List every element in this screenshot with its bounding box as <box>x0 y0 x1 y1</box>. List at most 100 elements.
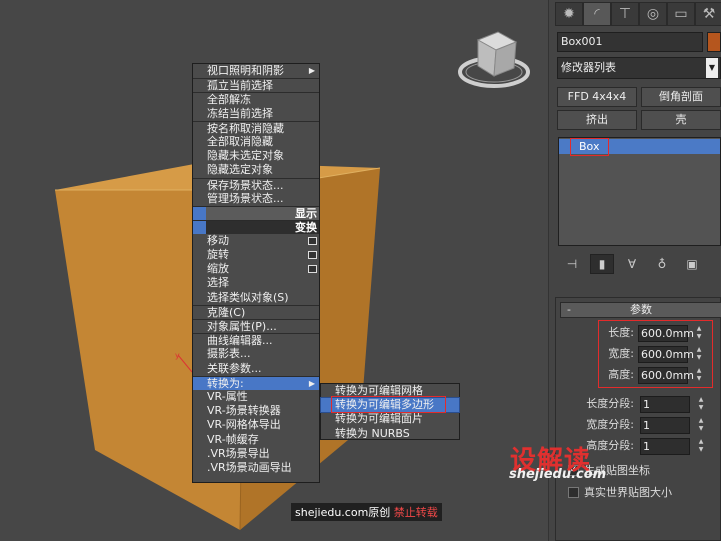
quad-header-marker <box>193 220 206 234</box>
menu-label: 隐藏未选定对象 <box>207 149 284 163</box>
create-tab-icon[interactable]: ✹ <box>555 2 583 26</box>
segment-length-field[interactable]: 1 <box>640 396 690 413</box>
menu-label: 冻结当前选择 <box>207 106 273 120</box>
menu-item-manage-scene-states[interactable]: 管理场景状态... <box>193 192 319 206</box>
param-value: 1 <box>643 440 650 453</box>
menu-item-convert-to[interactable]: 转换为: ▶ <box>193 375 319 390</box>
perspective-viewport[interactable]: y 视口照明和阴影 ▶ 孤立当前选择 全部解冻 冻结当前选择 按名称取消隐藏 全部… <box>0 0 548 541</box>
ffd-button[interactable]: FFD 4x4x4 <box>557 87 637 107</box>
command-panel-tabs: ✹ ◜ ⊤ ◎ ▭ ⚒ <box>555 2 721 26</box>
watermark-site-text: shejiedu.com <box>509 467 607 482</box>
settings-box-icon[interactable] <box>308 251 317 260</box>
rollout-title: 参数 <box>630 303 652 316</box>
quad-menu-bottom-section: 移动 旋转 缩放 选择 选择类似对象(S) 克隆(C) 对象属性(P)... 曲… <box>193 234 319 475</box>
param-label: 宽度分段: <box>586 418 634 431</box>
stack-toolbar: ⊣ ▮ ∀ ♁ ▣ <box>560 254 704 274</box>
param-value: 1 <box>643 398 650 411</box>
modifier-list-dropdown[interactable]: 修改器列表 ▼ <box>557 57 721 79</box>
settings-box-icon[interactable] <box>308 236 317 245</box>
shell-button[interactable]: 壳 <box>641 110 721 130</box>
menu-item-select-similar[interactable]: 选择类似对象(S) <box>193 291 319 305</box>
segment-height-field[interactable]: 1 <box>640 438 690 455</box>
menu-item-scale[interactable]: 缩放 <box>193 262 319 276</box>
object-name-field[interactable]: Box001 <box>557 32 703 52</box>
bevel-profile-button[interactable]: 倒角剖面 <box>641 87 721 107</box>
menu-label: 曲线编辑器... <box>207 334 273 348</box>
menu-item-dope-sheet[interactable]: 摄影表... <box>193 347 319 361</box>
menu-label: 对象属性(P)... <box>207 320 277 333</box>
motion-tab-icon[interactable]: ◎ <box>639 2 667 26</box>
configure-sets-icon[interactable]: ▣ <box>680 254 704 274</box>
svg-text:y: y <box>175 351 180 360</box>
remove-modifier-icon[interactable]: ♁ <box>650 254 674 274</box>
menu-item-object-properties[interactable]: 对象属性(P)... <box>193 319 319 333</box>
menu-item-wire-parameters[interactable]: 关联参数... <box>193 362 319 376</box>
menu-item-clone[interactable]: 克隆(C) <box>193 304 319 319</box>
menu-item-unfreeze-all[interactable]: 全部解冻 <box>193 92 319 106</box>
spinner-icon[interactable]: ▲ ▼ <box>696 438 706 455</box>
parameters-rollout-header[interactable]: - 参数 <box>560 302 721 318</box>
real-world-map-size-checkbox[interactable] <box>568 487 579 498</box>
menu-label: 转换为可编辑面片 <box>335 412 423 426</box>
menu-item-hide-selection[interactable]: 隐藏选定对象 <box>193 163 319 177</box>
utilities-tab-icon[interactable]: ⚒ <box>695 2 721 26</box>
menu-label: 克隆(C) <box>207 305 246 319</box>
menu-item-vr-properties[interactable]: VR-属性 <box>193 390 319 404</box>
menu-label: 保存场景状态... <box>207 178 284 192</box>
view-cube-icon[interactable] <box>458 31 530 88</box>
object-color-swatch[interactable] <box>707 32 721 52</box>
quad-header-label: 显示 <box>295 206 317 220</box>
show-end-result-icon[interactable]: ▮ <box>590 254 614 274</box>
menu-label: VR-网格体导出 <box>207 418 281 432</box>
menu-label: 转换为 NURBS <box>335 426 410 440</box>
menu-label: 选择类似对象(S) <box>207 290 289 304</box>
menu-label: 隐藏选定对象 <box>207 163 273 177</box>
button-label: 挤出 <box>586 113 608 126</box>
spinner-icon[interactable]: ▲ ▼ <box>696 396 706 413</box>
menu-item-hide-unselected[interactable]: 隐藏未选定对象 <box>193 149 319 163</box>
menu-item-vr-scene-anim-export[interactable]: .VR场景动画导出 <box>193 461 319 475</box>
chevron-down-icon: ▼ <box>706 58 718 78</box>
settings-box-icon[interactable] <box>308 265 317 274</box>
menu-item-unhide-by-name[interactable]: 按名称取消隐藏 <box>193 120 319 135</box>
menu-label: 全部解冻 <box>207 93 251 107</box>
menu-label: .VR场景导出 <box>207 446 270 460</box>
quad-menu-top-section: 视口照明和阴影 ▶ 孤立当前选择 全部解冻 冻结当前选择 按名称取消隐藏 全部取消… <box>193 64 319 206</box>
menu-item-rotate[interactable]: 旋转 <box>193 248 319 262</box>
menu-item-save-scene-state[interactable]: 保存场景状态... <box>193 177 319 192</box>
menu-item-freeze-selection[interactable]: 冻结当前选择 <box>193 107 319 121</box>
credit-label: shejiedu.com原创 禁止转载 <box>291 503 442 521</box>
checkbox-label: 真实世界贴图大小 <box>584 486 672 499</box>
spinner-icon[interactable]: ▲ ▼ <box>696 417 706 434</box>
modify-tab-icon[interactable]: ◜ <box>583 2 611 26</box>
menu-item-select[interactable]: 选择 <box>193 276 319 290</box>
hierarchy-tab-icon[interactable]: ⊤ <box>611 2 639 26</box>
pin-stack-icon[interactable]: ⊣ <box>560 254 584 274</box>
menu-label: VR-属性 <box>207 389 248 403</box>
menu-item-convert-editable-patch[interactable]: 转换为可编辑面片 <box>321 412 459 426</box>
menu-item-move[interactable]: 移动 <box>193 234 319 248</box>
menu-item-vr-scene-export[interactable]: .VR场景导出 <box>193 447 319 461</box>
highlight-outline <box>598 320 713 388</box>
quad-header-transform: 变换 <box>193 219 319 234</box>
button-label: 倒角剖面 <box>659 90 703 103</box>
menu-item-vr-mesh-export[interactable]: VR-网格体导出 <box>193 418 319 432</box>
menu-item-vr-scene-converter[interactable]: VR-场景转换器 <box>193 404 319 418</box>
menu-item-isolate-selection[interactable]: 孤立当前选择 <box>193 78 319 92</box>
submenu-arrow-icon: ▶ <box>308 66 315 75</box>
menu-item-viewport-lighting[interactable]: 视口照明和阴影 ▶ <box>193 64 319 78</box>
menu-item-convert-nurbs[interactable]: 转换为 NURBS <box>321 427 459 441</box>
menu-label: 摄影表... <box>207 347 251 361</box>
quad-header-label: 变换 <box>295 220 317 234</box>
menu-label: 全部取消隐藏 <box>207 134 273 148</box>
menu-item-vr-frame-buffer[interactable]: VR-帧缓存 <box>193 433 319 447</box>
display-tab-icon[interactable]: ▭ <box>667 2 695 26</box>
extrude-button[interactable]: 挤出 <box>557 110 637 130</box>
segment-width-field[interactable]: 1 <box>640 417 690 434</box>
menu-item-unhide-all[interactable]: 全部取消隐藏 <box>193 135 319 149</box>
menu-label: 关联参数... <box>207 361 262 375</box>
object-name-value: Box001 <box>561 35 603 48</box>
make-unique-icon[interactable]: ∀ <box>620 254 644 274</box>
menu-item-curve-editor[interactable]: 曲线编辑器... <box>193 333 319 347</box>
menu-label: 选择 <box>207 276 229 290</box>
